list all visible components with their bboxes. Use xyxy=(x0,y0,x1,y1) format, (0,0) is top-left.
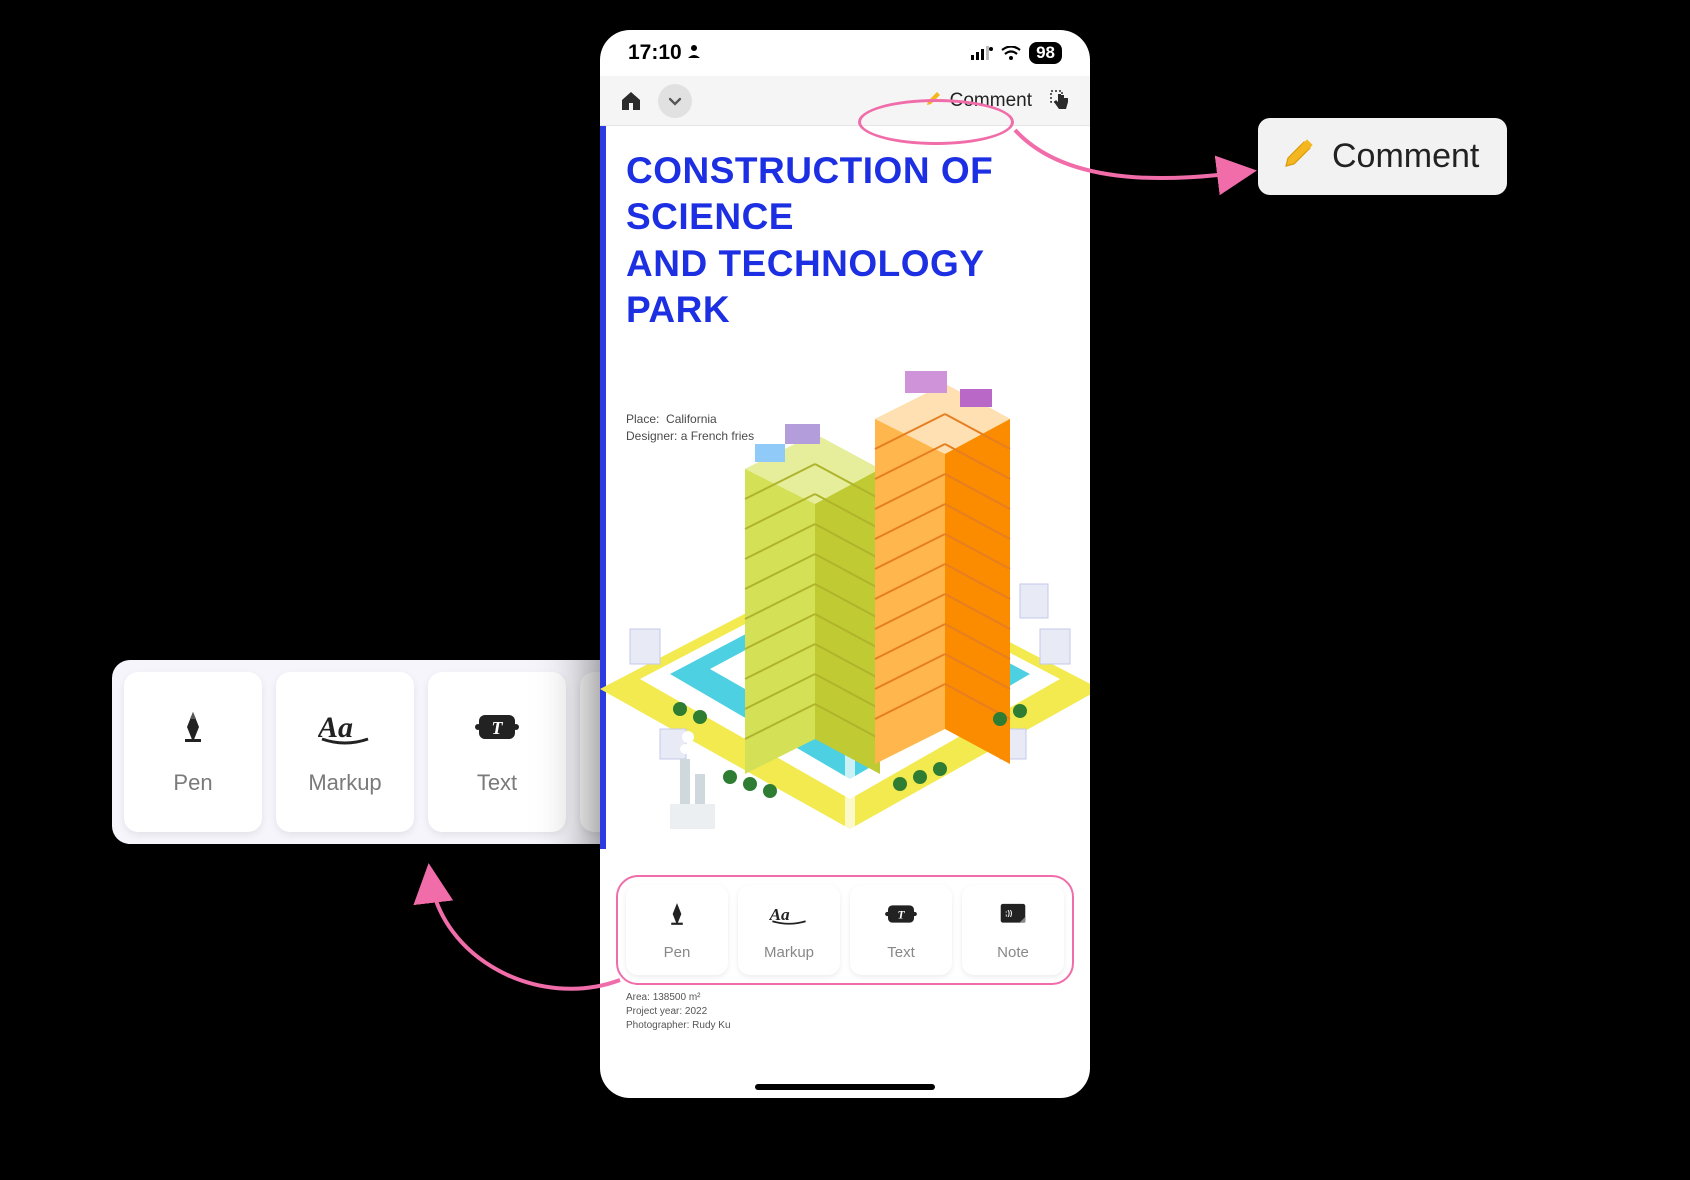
tool-card-pen[interactable]: Pen xyxy=(124,672,262,832)
comment-callout: Comment xyxy=(1258,118,1507,195)
cellular-icon xyxy=(971,46,993,60)
svg-text:T: T xyxy=(492,718,504,738)
pen-icon xyxy=(664,901,690,932)
wifi-icon xyxy=(1001,46,1021,60)
document-viewport[interactable]: CONSTRUCTION OF SCIENCE AND TECHNOLOGY P… xyxy=(600,126,1090,849)
tool-label: Note xyxy=(997,944,1029,961)
doc-title-line1: CONSTRUCTION OF SCIENCE xyxy=(626,150,993,237)
tool-label: Markup xyxy=(308,770,381,796)
footer-year-label: Project year: xyxy=(626,1006,682,1017)
tool-markup[interactable]: Aa Markup xyxy=(738,885,840,975)
tool-text[interactable]: T Text xyxy=(850,885,952,975)
footer-year-value: 2022 xyxy=(685,1006,707,1017)
tool-note[interactable]: ;)) Note xyxy=(962,885,1064,975)
note-icon: ;)) xyxy=(999,901,1027,932)
phone-frame: 17:10 98 xyxy=(600,30,1090,1098)
footer-area-value: 138500 m² xyxy=(653,992,701,1003)
text-icon: T xyxy=(885,901,917,932)
tool-pen[interactable]: Pen xyxy=(626,885,728,975)
comment-highlight-oval xyxy=(858,99,1014,145)
home-indicator xyxy=(755,1084,935,1090)
comment-callout-label: Comment xyxy=(1332,137,1479,176)
footer-photographer-label: Photographer: xyxy=(626,1020,689,1031)
home-button[interactable] xyxy=(614,84,648,118)
touch-mode-button[interactable] xyxy=(1046,86,1076,116)
chevron-down-button[interactable] xyxy=(658,84,692,118)
nav-bar: Comment xyxy=(600,76,1090,126)
doc-title: CONSTRUCTION OF SCIENCE AND TECHNOLOGY P… xyxy=(600,126,1090,333)
svg-text:Aa: Aa xyxy=(769,905,790,924)
tool-label: Markup xyxy=(764,944,814,961)
pen-icon xyxy=(175,709,211,750)
markup-icon: Aa xyxy=(769,901,809,932)
user-icon xyxy=(686,41,702,65)
doc-title-line2: AND TECHNOLOGY PARK xyxy=(626,243,984,330)
annotation-toolbar: Pen Aa Markup T Text ;)) Note xyxy=(600,849,1090,985)
tool-label: Text xyxy=(887,944,915,961)
markup-icon: Aa xyxy=(318,709,372,750)
footer-photographer-value: Rudy Ku xyxy=(692,1020,730,1031)
doc-illustration xyxy=(600,329,1090,849)
tool-label: Pen xyxy=(173,770,212,796)
doc-footer: Area: 138500 m² Project year: 2022 Photo… xyxy=(600,985,1090,1033)
pencil-icon xyxy=(1278,134,1318,179)
status-bar: 17:10 98 xyxy=(600,30,1090,76)
battery-badge: 98 xyxy=(1029,42,1062,64)
status-time: 17:10 xyxy=(628,41,682,65)
footer-area-label: Area: xyxy=(626,992,650,1003)
annotation-toolbar-row: Pen Aa Markup T Text ;)) Note xyxy=(616,875,1074,985)
tool-card-text[interactable]: T Text xyxy=(428,672,566,832)
tool-label: Text xyxy=(477,770,517,796)
tool-label: Pen xyxy=(664,944,691,961)
svg-text:;)): ;)) xyxy=(1005,908,1013,917)
svg-text:T: T xyxy=(897,909,905,921)
text-icon: T xyxy=(475,709,519,750)
tool-card-markup[interactable]: Aa Markup xyxy=(276,672,414,832)
